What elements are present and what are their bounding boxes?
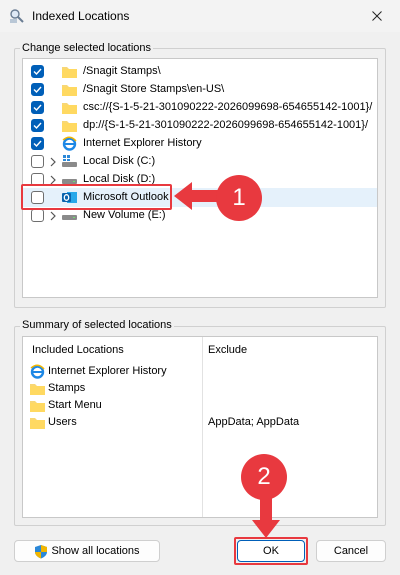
tree-item-snagit-stamps[interactable]: /Snagit Stamps\ [23,62,377,81]
tree-item-label: Local Disk (C:) [83,155,156,167]
tree-item-label: /Snagit Stamps\ [83,65,161,77]
tree-item-snagit-store-stamps[interactable]: /Snagit Store Stamps\en-US\ [23,80,377,99]
ok-button[interactable]: OK [237,540,305,562]
close-icon [372,11,382,21]
tree-item-csc[interactable]: csc://{S-1-5-21-301090222-2026099698-654… [23,98,377,117]
windows-drive-icon [62,155,77,167]
tree-item-local-disk-c[interactable]: Local Disk (C:) [23,152,377,171]
folder-icon [62,121,77,132]
summary-item-label: Internet Explorer History [48,365,167,377]
title-bar: Indexed Locations [0,0,400,32]
tree-item-label: New Volume (E:) [83,209,166,221]
window-title: Indexed Locations [32,9,130,23]
internet-explorer-icon [62,136,77,151]
internet-explorer-icon [30,364,45,379]
tree-item-dp[interactable]: dp://{S-1-5-21-301090222-2026099698-6546… [23,116,377,135]
checkbox-checked[interactable] [31,83,44,96]
shield-icon [35,544,48,558]
checkbox-checked[interactable] [31,65,44,78]
summary-list: Included Locations Exclude Internet Expl… [22,336,378,518]
change-locations-label: Change selected locations [20,42,154,54]
cancel-label: Cancel [333,545,369,557]
summary-row: Internet Explorer History [29,363,377,379]
show-all-locations-label: Show all locations [51,545,140,557]
folder-icon [30,401,45,412]
summary-item-label: Stamps [48,382,86,394]
tree-item-label: /Snagit Store Stamps\en-US\ [83,83,225,95]
summary-item-label: Users [48,416,77,428]
step-1-badge: 1 [216,175,262,221]
folder-icon [62,103,77,114]
checkbox-checked[interactable] [31,137,44,150]
tree-item-ie-history[interactable]: Internet Explorer History [23,134,377,153]
summary-label: Summary of selected locations [20,319,174,331]
summary-row: Users AppData; AppData [29,414,377,430]
checkbox-unchecked[interactable] [31,209,44,222]
tree-item-label: dp://{S-1-5-21-301090222-2026099698-6546… [83,119,369,131]
highlight-box-outlook [21,184,172,210]
folder-icon [30,384,45,395]
arrow-down-icon [252,496,280,538]
tree-item-label: csc://{S-1-5-21-301090222-2026099698-654… [83,101,373,113]
chevron-right-icon[interactable] [47,156,59,168]
search-indexing-icon [10,9,24,23]
checkbox-checked[interactable] [31,119,44,132]
checkbox-unchecked[interactable] [31,155,44,168]
tree-item-label: Internet Explorer History [83,137,202,149]
summary-row: Stamps [29,380,377,396]
cancel-button[interactable]: Cancel [316,540,386,562]
chevron-right-icon[interactable] [47,210,59,222]
column-header-exclude: Exclude [208,344,248,356]
column-header-included: Included Locations [32,344,124,356]
folder-icon [62,67,77,78]
folder-icon [30,418,45,429]
step-2-badge: 2 [241,454,287,500]
close-button[interactable] [354,0,400,32]
drive-icon [62,215,77,220]
show-all-locations-button[interactable]: Show all locations [14,540,160,562]
ok-label: OK [263,545,279,557]
summary-item-exclude: AppData; AppData [208,416,300,428]
folder-icon [62,85,77,96]
summary-item-label: Start Menu [48,399,102,411]
summary-row: Start Menu [29,397,377,413]
checkbox-checked[interactable] [31,101,44,114]
